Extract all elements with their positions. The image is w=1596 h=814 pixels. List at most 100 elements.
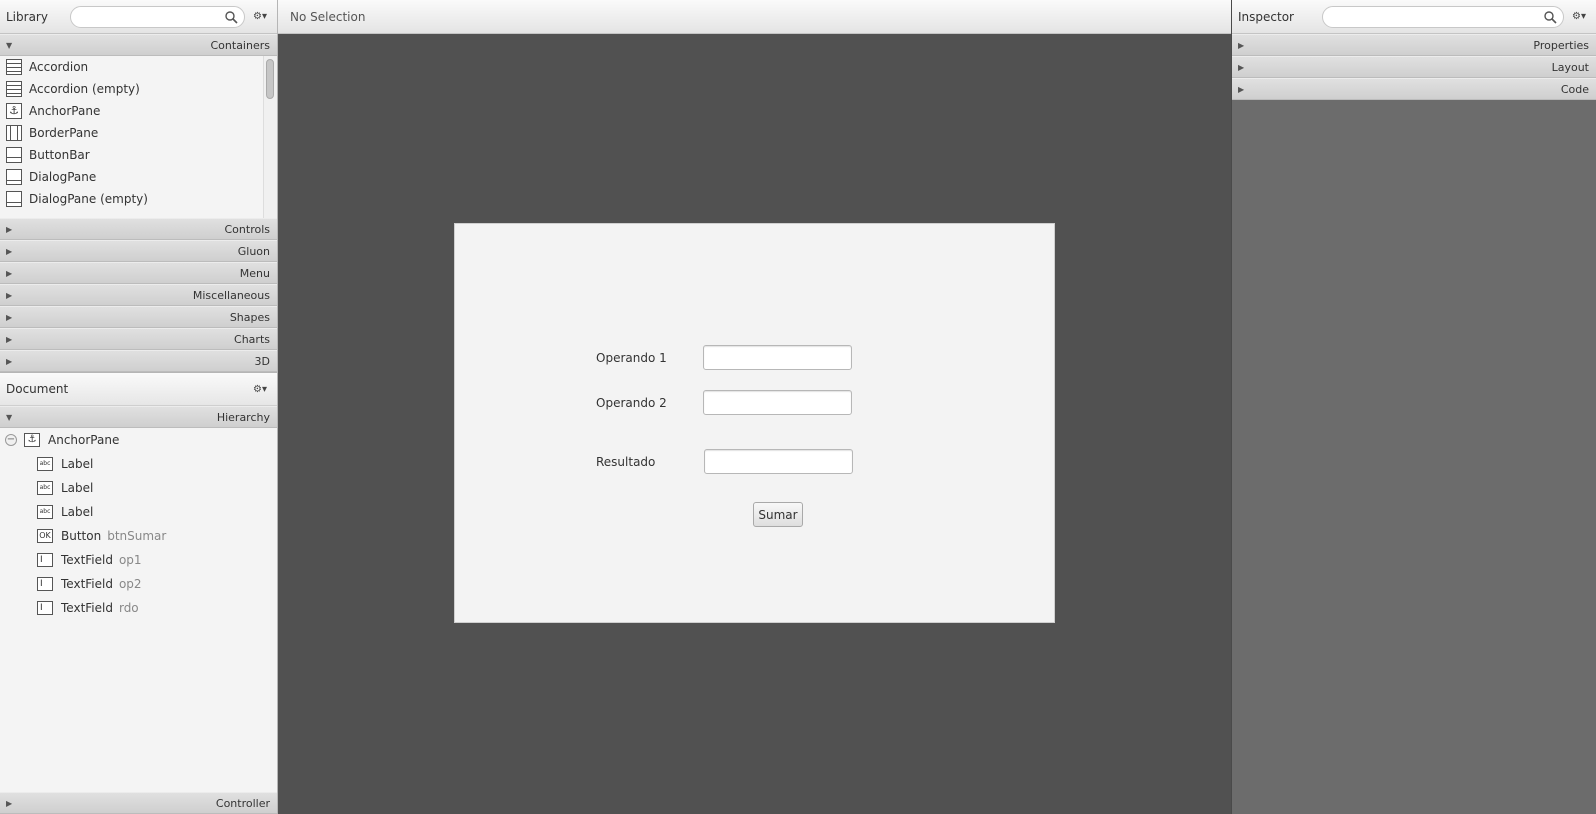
section-containers-label: Containers	[210, 38, 271, 52]
tree-row-fxid: rdo	[118, 601, 139, 615]
tree-row-type: Button	[61, 529, 102, 543]
tree-row-label[interactable]: abc Label	[0, 476, 277, 500]
tree-row-type: Label	[61, 457, 94, 471]
triangle-right-icon: ▶	[1238, 84, 1245, 94]
section-label: Properties	[1533, 38, 1589, 52]
selection-bar: No Selection	[278, 0, 1231, 34]
library-item-label: ButtonBar	[29, 148, 90, 162]
label-icon: abc	[37, 481, 53, 495]
dialogpane-icon	[6, 191, 22, 207]
section-shapes[interactable]: ▶ Shapes	[0, 306, 277, 328]
triangle-right-icon: ▶	[6, 312, 13, 322]
triangle-down-icon: ▼	[6, 412, 13, 422]
library-item-dialogpane-empty[interactable]: DialogPane (empty)	[0, 188, 277, 210]
section-containers[interactable]: ▼ Containers	[0, 34, 277, 56]
triangle-right-icon: ▶	[6, 334, 13, 344]
collapse-icon[interactable]: −	[5, 434, 17, 446]
section-menu[interactable]: ▶ Menu	[0, 262, 277, 284]
section-controls[interactable]: ▶ Controls	[0, 218, 277, 240]
tree-row-textfield[interactable]: I TextField rdo	[0, 596, 277, 620]
library-search[interactable]	[70, 5, 245, 28]
label-icon: abc	[37, 505, 53, 519]
textfield-op2[interactable]	[703, 390, 852, 415]
triangle-right-icon: ▶	[6, 268, 13, 278]
buttonbar-icon	[6, 147, 22, 163]
triangle-right-icon: ▶	[6, 356, 13, 366]
triangle-right-icon: ▶	[6, 290, 13, 300]
section-charts[interactable]: ▶ Charts	[0, 328, 277, 350]
design-canvas-anchorpane[interactable]: Operando 1 Operando 2 Resultado Sumar	[454, 223, 1055, 623]
search-icon	[225, 10, 238, 24]
section-properties[interactable]: ▶ Properties	[1232, 34, 1596, 56]
library-scrollbar[interactable]	[263, 56, 277, 218]
borderpane-icon	[6, 125, 22, 141]
tree-row-textfield[interactable]: I TextField op1	[0, 548, 277, 572]
tree-row-label[interactable]: abc Label	[0, 500, 277, 524]
document-header: Document ⚙▾	[0, 372, 277, 406]
library-item-label: AnchorPane	[29, 104, 101, 118]
library-list: Accordion Accordion (empty) ⚓ AnchorPane…	[0, 56, 277, 218]
label-icon: abc	[37, 457, 53, 471]
anchor-icon: ⚓	[24, 433, 40, 447]
section-layout[interactable]: ▶ Layout	[1232, 56, 1596, 78]
triangle-down-icon: ▼	[6, 40, 13, 50]
content-area: No Selection Operando 1 Operando 2 Resul…	[278, 0, 1231, 814]
textfield-op1[interactable]	[703, 345, 852, 370]
section-label: Menu	[239, 266, 270, 280]
inspector-settings-gear-icon[interactable]: ⚙▾	[1572, 10, 1590, 24]
library-settings-gear-icon[interactable]: ⚙▾	[253, 10, 271, 24]
sumar-button[interactable]: Sumar	[753, 502, 803, 527]
accordion-icon	[6, 81, 22, 97]
label-resultado[interactable]: Resultado	[596, 455, 655, 469]
library-item-buttonbar[interactable]: ButtonBar	[0, 144, 277, 166]
textfield-rdo[interactable]	[704, 449, 853, 474]
triangle-right-icon: ▶	[1238, 40, 1245, 50]
section-3d[interactable]: ▶ 3D	[0, 350, 277, 372]
tree-row-fxid: btnSumar	[107, 529, 167, 543]
section-label: Controls	[224, 222, 271, 236]
section-hierarchy[interactable]: ▼ Hierarchy	[0, 406, 277, 428]
document-settings-gear-icon[interactable]: ⚙▾	[253, 382, 271, 396]
tree-row-button[interactable]: OK Button btnSumar	[0, 524, 277, 548]
section-label: Gluon	[237, 244, 270, 258]
triangle-right-icon: ▶	[6, 224, 13, 234]
textfield-icon: I	[37, 577, 53, 591]
tree-row-textfield[interactable]: I TextField op2	[0, 572, 277, 596]
triangle-right-icon: ▶	[6, 798, 13, 808]
tree-row-anchorpane[interactable]: − ⚓ AnchorPane	[0, 428, 277, 452]
inspector-search[interactable]	[1322, 5, 1564, 28]
label-operando-1[interactable]: Operando 1	[596, 351, 667, 365]
section-label: 3D	[254, 354, 270, 368]
tree-row-type: TextField	[61, 553, 113, 567]
tree-row-fxid: op1	[118, 553, 142, 567]
tree-row-type: Label	[61, 481, 94, 495]
library-scrollbar-thumb[interactable]	[266, 59, 274, 99]
section-miscellaneous[interactable]: ▶ Miscellaneous	[0, 284, 277, 306]
inspector-search-input[interactable]	[1323, 6, 1563, 27]
tree-row-type: Label	[61, 505, 94, 519]
library-item-accordion-empty[interactable]: Accordion (empty)	[0, 78, 277, 100]
label-operando-2[interactable]: Operando 2	[596, 396, 667, 410]
section-controller-label: Controller	[215, 796, 270, 810]
section-controller[interactable]: ▶ Controller	[0, 792, 277, 814]
section-code[interactable]: ▶ Code	[1232, 78, 1596, 100]
library-item-anchorpane[interactable]: ⚓ AnchorPane	[0, 100, 277, 122]
triangle-right-icon: ▶	[6, 246, 13, 256]
triangle-right-icon: ▶	[1238, 62, 1245, 72]
search-icon	[1544, 10, 1557, 24]
left-panel: Library ⚙▾ ▼ Containers Accordion Accord…	[0, 0, 278, 814]
section-hierarchy-label: Hierarchy	[216, 410, 270, 424]
library-search-input[interactable]	[71, 6, 244, 27]
section-gluon[interactable]: ▶ Gluon	[0, 240, 277, 262]
library-item-dialogpane[interactable]: DialogPane	[0, 166, 277, 188]
tree-row-fxid: op2	[118, 577, 142, 591]
inspector-title: Inspector	[1238, 9, 1294, 24]
document-title: Document	[6, 382, 69, 396]
anchor-icon: ⚓	[6, 103, 22, 119]
hierarchy-tree: − ⚓ AnchorPane abc Label abc Label abc L…	[0, 428, 277, 620]
tree-row-type: TextField	[61, 601, 113, 615]
library-item-accordion[interactable]: Accordion	[0, 56, 277, 78]
tree-row-label[interactable]: abc Label	[0, 452, 277, 476]
library-item-borderpane[interactable]: BorderPane	[0, 122, 277, 144]
section-label: Miscellaneous	[192, 288, 270, 302]
